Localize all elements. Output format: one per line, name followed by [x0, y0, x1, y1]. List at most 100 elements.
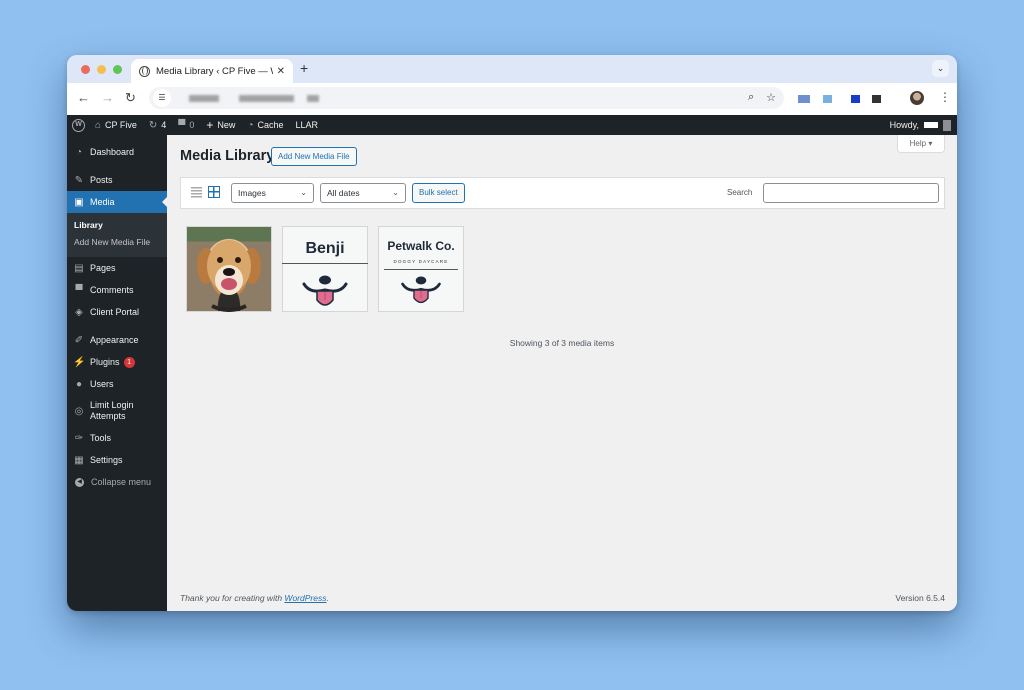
bookmark-star-icon[interactable]: ☆ — [766, 91, 776, 104]
extension-icon[interactable] — [823, 95, 832, 103]
cache-label: Cache — [257, 120, 284, 130]
sidebar-item-label: Collapse menu — [91, 477, 152, 487]
browser-tab[interactable]: Media Library ‹ CP Five — Wo ✕ — [131, 59, 293, 83]
site-name: CP Five — [105, 120, 137, 130]
admin-bar-account[interactable]: Howdy, — [890, 115, 951, 135]
logo-text: Petwalk Co. — [387, 239, 455, 253]
url-redacted — [239, 95, 294, 102]
collapse-menu-button[interactable]: ◀ Collapse menu — [67, 471, 167, 493]
admin-bar-cache[interactable]: ◔ Cache — [247, 120, 283, 131]
help-button[interactable]: Help ▾ — [897, 135, 945, 153]
wordpress-logo-icon[interactable]: W — [72, 118, 85, 132]
sidebar-item-posts[interactable]: ✎ Posts — [67, 169, 167, 191]
tab-title: Media Library ‹ CP Five — Wo — [156, 65, 273, 77]
bulk-select-button[interactable]: Bulk select — [412, 183, 465, 203]
dog-snout-icon — [302, 275, 348, 306]
sidebar-item-client-portal[interactable]: ◈ Client Portal — [67, 301, 167, 323]
user-icon: ● — [75, 378, 83, 390]
sidebar-item-label: Users — [90, 379, 114, 389]
site-settings-icon[interactable]: ☰ — [153, 89, 171, 107]
wordpress-link[interactable]: WordPress — [284, 593, 326, 603]
sidebar-item-label: Client Portal — [90, 307, 140, 317]
reload-button[interactable]: ↻ — [125, 90, 136, 106]
plus-icon: + — [206, 118, 214, 132]
page-title: Media Library — [180, 148, 275, 164]
comments-count: 0 — [189, 120, 195, 130]
sidebar-item-settings[interactable]: ▦ Settings — [67, 449, 167, 471]
footer-version: Version 6.5.4 — [895, 593, 945, 603]
submenu-item-add-new-media[interactable]: Add New Media File — [67, 234, 167, 251]
sidebar-item-media[interactable]: ▣ Media — [67, 191, 167, 213]
url-redacted — [189, 95, 219, 102]
media-submenu: Library Add New Media File — [67, 213, 167, 257]
zoom-icon[interactable]: ⌕ — [748, 91, 754, 104]
browser-menu-icon[interactable]: ⋮ — [939, 90, 951, 104]
forward-button[interactable]: → — [101, 90, 114, 105]
media-type-value: Images — [238, 188, 266, 198]
portal-icon: ◈ — [75, 306, 83, 318]
list-view-icon[interactable] — [191, 187, 202, 198]
sidebar-item-label: Dashboard — [90, 147, 135, 157]
sidebar-item-users[interactable]: ● Users — [67, 373, 167, 395]
date-filter-value: All dates — [327, 188, 360, 198]
admin-bar-site[interactable]: ⌂ CP Five — [95, 120, 137, 131]
comment-icon: ▀ — [178, 119, 186, 131]
admin-bar-llar[interactable]: LLAR — [296, 120, 319, 130]
wp-admin-bar: W ⌂ CP Five ↻ 4 ▀ 0 + New ◔ Cache LLAR H… — [67, 115, 957, 135]
back-button[interactable]: ← — [77, 90, 90, 105]
admin-bar-comments[interactable]: ▀ 0 — [178, 120, 194, 131]
close-icon[interactable]: ✕ — [277, 66, 285, 77]
url-redacted — [307, 95, 319, 102]
close-window-button[interactable] — [81, 65, 90, 74]
brush-icon: ✐ — [74, 334, 84, 346]
logo-divider — [384, 269, 458, 270]
dashboard-icon: ◔ — [75, 146, 83, 158]
window-controls — [81, 65, 122, 74]
sidebar-item-label: Pages — [90, 263, 116, 273]
sidebar-item-label: Posts — [90, 175, 113, 185]
sidebar-item-label: Limit Login Attempts — [90, 400, 134, 421]
user-avatar — [943, 119, 951, 131]
sidebar-item-comments[interactable]: ▀ Comments — [67, 279, 167, 301]
address-bar[interactable]: ☰ ⌕ ☆ — [149, 87, 784, 109]
search-input[interactable] — [763, 183, 939, 203]
extension-icon[interactable] — [798, 95, 810, 103]
address-bar-actions: ⌕ ☆ — [748, 91, 776, 104]
add-new-media-button[interactable]: Add New Media File — [271, 147, 357, 166]
extension-icon[interactable] — [851, 95, 860, 103]
sidebar-item-appearance[interactable]: ✐ Appearance — [67, 329, 167, 351]
minimize-window-button[interactable] — [97, 65, 106, 74]
grid-view-icon[interactable] — [208, 186, 220, 198]
update-count-badge: 1 — [123, 356, 135, 368]
media-count-status: Showing 3 of 3 media items — [509, 338, 615, 348]
sidebar-item-label: Settings — [90, 455, 123, 465]
tab-strip: Media Library ‹ CP Five — Wo ✕ + ⌄ — [67, 55, 957, 83]
profile-avatar[interactable] — [910, 91, 924, 105]
pin-icon: ✎ — [74, 174, 84, 186]
sidebar-item-label: Tools — [90, 433, 112, 443]
tab-search-button[interactable]: ⌄ — [932, 60, 949, 77]
admin-bar-updates[interactable]: ↻ 4 — [149, 120, 166, 131]
media-item-dog-photo[interactable] — [186, 226, 272, 312]
media-item-benji-logo[interactable]: Benji — [282, 226, 368, 312]
logo-text: Benji — [305, 240, 345, 257]
date-filter[interactable]: All dates ⌄ — [320, 183, 406, 203]
maximize-window-button[interactable] — [113, 65, 122, 74]
sidebar-item-pages[interactable]: ▤ Pages — [67, 257, 167, 279]
extension-icon[interactable] — [872, 95, 881, 103]
sidebar-item-tools[interactable]: ✑ Tools — [67, 427, 167, 449]
settings-icon: ▦ — [74, 454, 84, 466]
sidebar-item-plugins[interactable]: ⚡ Plugins 1 — [67, 351, 167, 373]
sidebar-item-label: Media — [90, 197, 115, 207]
media-item-petwalk-logo[interactable]: Petwalk Co. DOGGY DAYCARE — [378, 226, 464, 312]
dog-photo-image — [197, 240, 261, 312]
media-type-filter[interactable]: Images ⌄ — [231, 183, 314, 203]
howdy-label: Howdy, — [889, 120, 919, 130]
pages-icon: ▤ — [74, 262, 84, 274]
collapse-icon: ◀ — [75, 477, 84, 487]
sidebar-item-dashboard[interactable]: ◔ Dashboard — [67, 141, 167, 163]
sidebar-item-limit-login-attempts[interactable]: ◎ Limit Login Attempts — [67, 395, 167, 427]
admin-bar-new[interactable]: + New — [206, 118, 235, 132]
new-tab-button[interactable]: + — [300, 60, 308, 76]
submenu-item-library[interactable]: Library — [67, 217, 167, 234]
